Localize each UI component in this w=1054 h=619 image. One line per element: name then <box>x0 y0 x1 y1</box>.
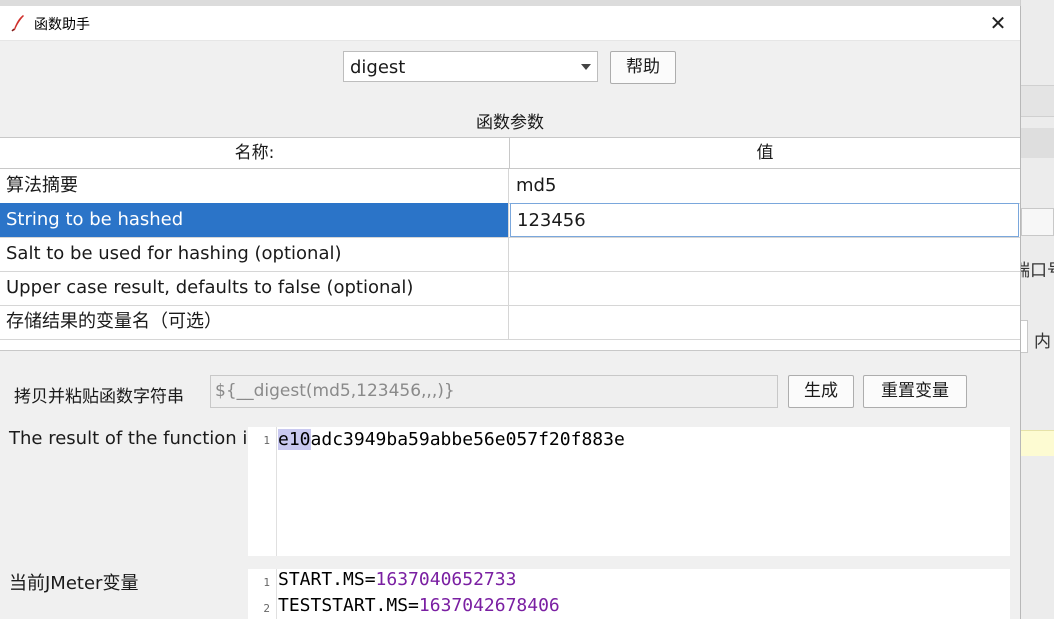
generate-button[interactable]: 生成 <box>788 375 854 408</box>
jmeter-vars-editor[interactable]: 1 START.MS=1637040652733 2 TESTSTART.MS=… <box>248 569 1010 619</box>
param-value[interactable]: md5 <box>510 169 1019 203</box>
result-line: e10adc3949ba59abbe56e057f20f883e <box>278 429 625 450</box>
param-value[interactable] <box>510 305 1019 339</box>
copy-function-label: 拷贝并粘贴函数字符串 <box>14 387 184 407</box>
table-row[interactable]: 存储结果的变量名（可选） <box>0 305 1020 340</box>
line-number: 1 <box>263 576 270 589</box>
feather-icon <box>10 14 26 32</box>
result-label: The result of the function is <box>9 428 257 449</box>
var-key: TESTSTART.MS= <box>278 595 419 616</box>
column-header-value[interactable]: 值 <box>510 138 1020 169</box>
jmeter-vars-label: 当前JMeter变量 <box>9 573 139 594</box>
result-editor[interactable]: 1 e10adc3949ba59abbe56e057f20f883e <box>248 427 1010 556</box>
param-value[interactable]: 123456 <box>510 203 1019 237</box>
column-header-name[interactable]: 名称: <box>0 138 510 169</box>
param-name: 存储结果的变量名（可选） <box>0 305 509 339</box>
function-string-field[interactable]: ${__digest(md5,123456,,,)} <box>210 375 778 408</box>
param-name: Salt to be used for hashing (optional) <box>0 237 509 271</box>
result-text: adc3949ba59abbe56e057f20f883e <box>310 429 625 450</box>
line-number: 1 <box>263 434 270 447</box>
background-field <box>1021 208 1054 236</box>
title-bar: 函数助手 ✕ <box>0 6 1020 41</box>
var-key: START.MS= <box>278 569 376 590</box>
close-button[interactable]: ✕ <box>984 9 1012 37</box>
table-row[interactable]: String to be hashed 123456 <box>0 203 1020 238</box>
window-title: 函数助手 <box>34 17 90 33</box>
background-field <box>1020 320 1028 353</box>
match-highlight: e10 <box>278 429 311 450</box>
table-row[interactable]: 算法摘要 md5 <box>0 169 1020 204</box>
reset-variables-button[interactable]: 重置变量 <box>863 375 967 408</box>
help-button[interactable]: 帮助 <box>610 51 676 84</box>
close-icon: ✕ <box>989 11 1007 35</box>
param-name: String to be hashed <box>0 203 509 237</box>
background-highlight <box>1021 430 1054 456</box>
background-strip <box>1021 128 1054 158</box>
function-select[interactable]: digest <box>343 51 598 82</box>
params-section-title: 函数参数 <box>476 113 544 133</box>
table-row[interactable]: Salt to be used for hashing (optional) <box>0 237 1020 272</box>
var-line: START.MS=1637040652733 <box>278 569 516 590</box>
background-label: 内 <box>1034 332 1051 352</box>
param-value[interactable] <box>510 271 1019 305</box>
background-strip <box>1021 85 1054 117</box>
param-name: 算法摘要 <box>0 169 509 203</box>
params-table: 名称: 值 算法摘要 md5 String to be hashed 12345… <box>0 137 1020 351</box>
function-helper-dialog: 函数助手 ✕ digest 帮助 函数参数 名称: 值 算法摘要 md5 Str… <box>0 6 1021 619</box>
var-line: TESTSTART.MS=1637042678406 <box>278 595 560 616</box>
param-name: Upper case result, defaults to false (op… <box>0 271 509 305</box>
line-number: 2 <box>263 602 270 615</box>
var-value: 1637040652733 <box>375 569 517 590</box>
param-value[interactable] <box>510 237 1019 271</box>
function-select-value: digest <box>350 57 406 78</box>
chevron-down-icon <box>581 64 591 70</box>
var-value: 1637042678406 <box>418 595 560 616</box>
table-row[interactable]: Upper case result, defaults to false (op… <box>0 271 1020 306</box>
